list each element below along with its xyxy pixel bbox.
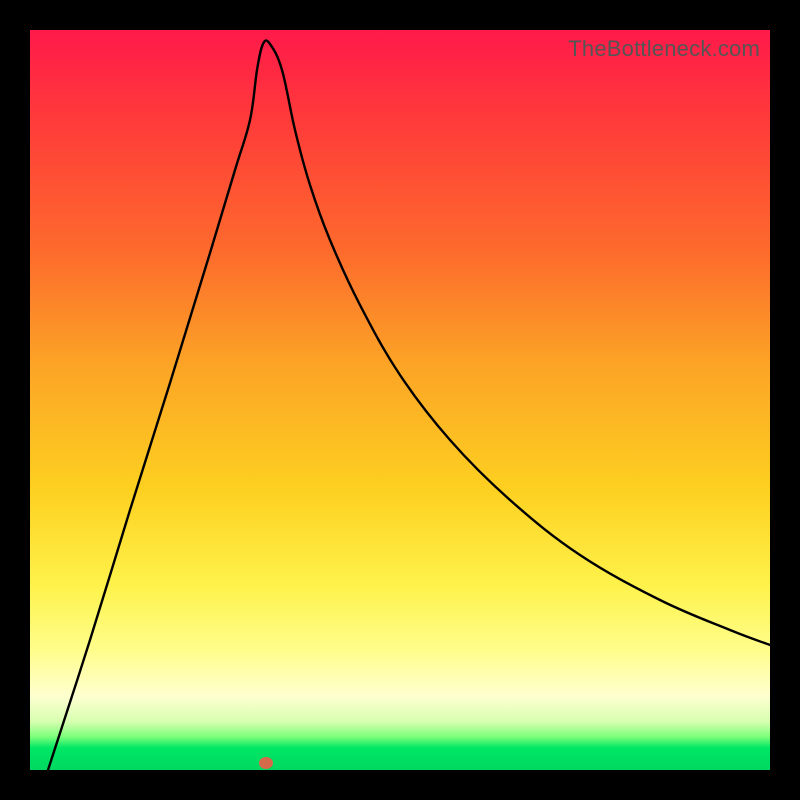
bottleneck-curve xyxy=(30,30,770,770)
chart-frame: TheBottleneck.com xyxy=(0,0,800,800)
plot-area: TheBottleneck.com xyxy=(30,30,770,770)
curve-path xyxy=(48,40,770,770)
optimum-marker xyxy=(259,757,273,769)
